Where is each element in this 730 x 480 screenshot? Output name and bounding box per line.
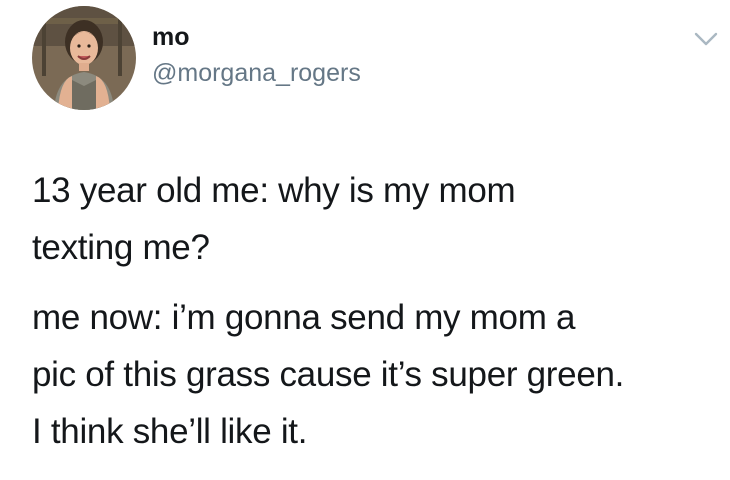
tweet-text: 13 year old me: why is my mom texting me… <box>32 162 722 460</box>
tweet-card: mo @morgana_rogers 13 year old me: why i… <box>0 0 730 480</box>
tweet-line: I think she’ll like it. <box>32 412 308 451</box>
chevron-down-icon[interactable] <box>692 26 720 50</box>
tweet-line: pic of this grass cause it’s super green… <box>32 355 625 394</box>
profile-photo-icon <box>32 6 136 110</box>
tweet-line: texting me? <box>32 228 210 267</box>
display-name[interactable]: mo <box>152 22 190 52</box>
tweet-paragraph: me now: i’m gonna send my mom a pic of t… <box>32 289 722 460</box>
tweet-line: 13 year old me: why is my mom <box>32 171 516 210</box>
tweet-paragraph: 13 year old me: why is my mom texting me… <box>32 162 722 276</box>
user-handle[interactable]: @morgana_rogers <box>152 58 361 88</box>
avatar[interactable] <box>32 6 136 110</box>
tweet-line: me now: i’m gonna send my mom a <box>32 298 576 337</box>
